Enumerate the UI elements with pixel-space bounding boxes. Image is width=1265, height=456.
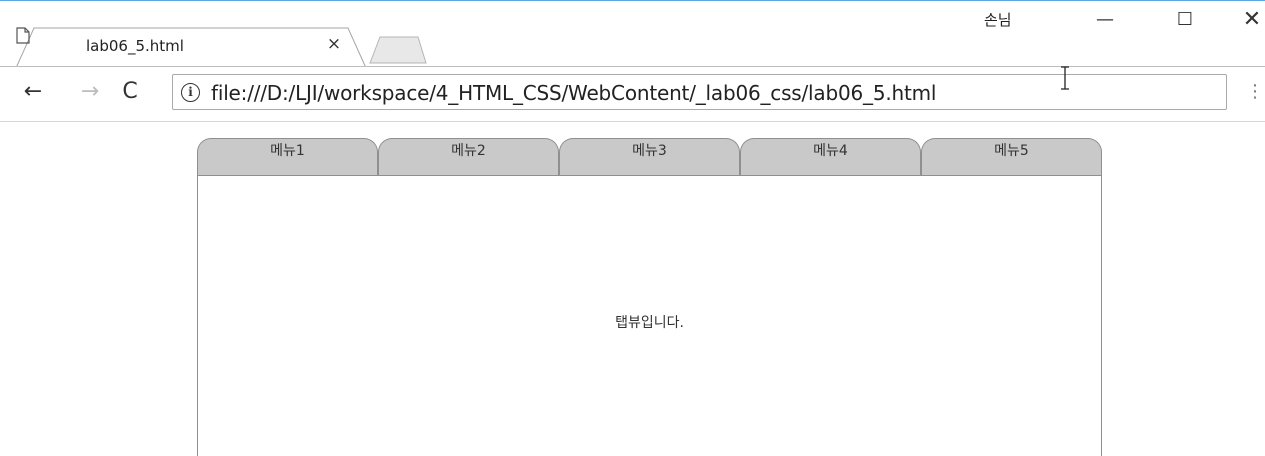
- url-text[interactable]: file:///D:/LJI/workspace/4_HTML_CSS/WebC…: [211, 81, 936, 105]
- tab-close-icon[interactable]: ×: [324, 34, 344, 54]
- panel-text: 탭뷰입니다.: [615, 315, 684, 331]
- back-arrow-icon[interactable]: ←: [18, 77, 48, 107]
- profile-name[interactable]: 손님: [984, 9, 1012, 30]
- new-tab-button[interactable]: [368, 34, 428, 64]
- tab-menu4[interactable]: 메뉴4: [740, 138, 921, 176]
- maximize-icon[interactable]: ☐: [1165, 5, 1205, 35]
- close-window-icon[interactable]: ✕: [1232, 5, 1265, 35]
- tab-menu: 메뉴1 메뉴2 메뉴3 메뉴4 메뉴5: [197, 138, 1102, 176]
- tab-title: lab06_5.html: [86, 37, 184, 55]
- tab-menu3[interactable]: 메뉴3: [559, 138, 740, 176]
- browser-tab[interactable]: lab06_5.html ×: [16, 27, 368, 69]
- browser-titlebar: lab06_5.html × 손님 — ☐ ✕: [0, 0, 1265, 69]
- tab-menu1[interactable]: 메뉴1: [197, 138, 378, 176]
- text-cursor-icon: [1061, 66, 1069, 90]
- info-icon[interactable]: i: [181, 83, 200, 102]
- reload-icon[interactable]: C: [115, 77, 145, 107]
- browser-toolbar: ← → C i file:///D:/LJI/workspace/4_HTML_…: [0, 66, 1265, 122]
- page-icon: [16, 27, 30, 44]
- tab-menu2[interactable]: 메뉴2: [378, 138, 559, 176]
- tab-menu5[interactable]: 메뉴5: [921, 138, 1102, 176]
- menu-dots-icon[interactable]: ⋮: [1246, 82, 1264, 102]
- forward-arrow-icon[interactable]: →: [75, 77, 105, 107]
- tab-shape: [16, 27, 367, 69]
- minimize-icon[interactable]: —: [1085, 5, 1125, 35]
- tab-panel: 탭뷰입니다.: [197, 175, 1102, 456]
